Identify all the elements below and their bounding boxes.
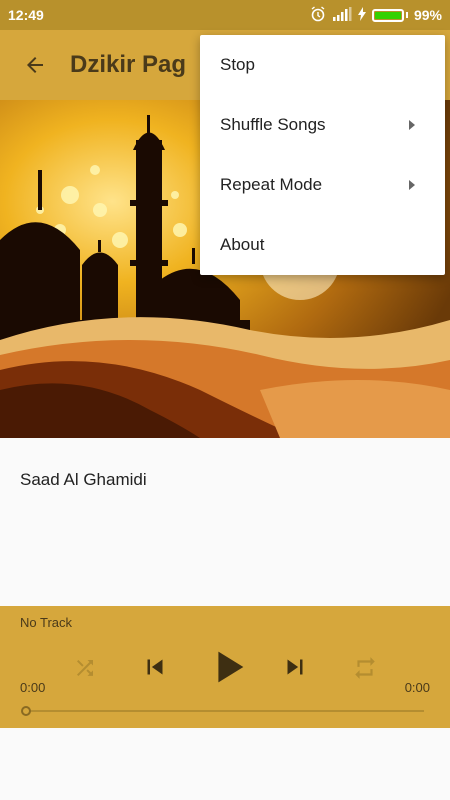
repeat-button[interactable] [348,651,382,685]
repeat-icon [355,657,375,679]
back-button[interactable] [0,30,70,100]
skip-next-icon [287,659,303,675]
shuffle-button[interactable] [68,651,102,685]
battery-icon [371,8,404,22]
status-time: 12:49 [8,7,44,23]
signal-icon [332,6,352,24]
seek-thumb[interactable] [21,706,31,716]
next-button[interactable] [276,648,314,686]
alarm-icon [310,5,326,25]
arrow-back-icon [27,57,43,73]
music-player: No Track 0:00 0:00 [0,606,450,728]
menu-item-repeat-mode[interactable]: Repeat Mode [200,155,445,215]
menu-item-label: About [220,235,265,254]
track-name: No Track [20,615,73,630]
charging-icon [357,6,366,24]
submenu-arrow-icon [409,120,415,130]
previous-button[interactable] [136,648,174,686]
menu-item-shuffle-songs[interactable]: Shuffle Songs [200,95,445,155]
battery-tip [405,12,408,18]
content-area [0,438,450,606]
menu-item-label: Stop [220,55,255,74]
elapsed-time: 0:00 [20,680,46,695]
play-button[interactable] [203,642,253,692]
submenu-arrow-icon [409,180,415,190]
menu-item-about[interactable]: About [200,215,445,275]
menu-item-label: Shuffle Songs [220,115,326,134]
status-bar: 12:49 99% [0,0,450,30]
bottom-area [0,728,450,800]
shuffle-icon [77,660,93,676]
battery-percent: 99% [413,7,442,23]
overflow-menu: Stop Shuffle Songs Repeat Mode About [200,35,445,275]
battery-level-fill [374,11,401,19]
page-title: Dzikir Pag [70,51,187,78]
skip-previous-icon [147,659,163,675]
reciter-name[interactable]: Saad Al Ghamidi [20,470,147,490]
duration-time: 0:00 [404,680,430,695]
seek-bar[interactable] [26,710,424,712]
menu-item-stop[interactable]: Stop [200,35,445,95]
status-icons: 99% [310,5,442,25]
menu-item-label: Repeat Mode [220,175,323,194]
play-icon [218,651,244,683]
